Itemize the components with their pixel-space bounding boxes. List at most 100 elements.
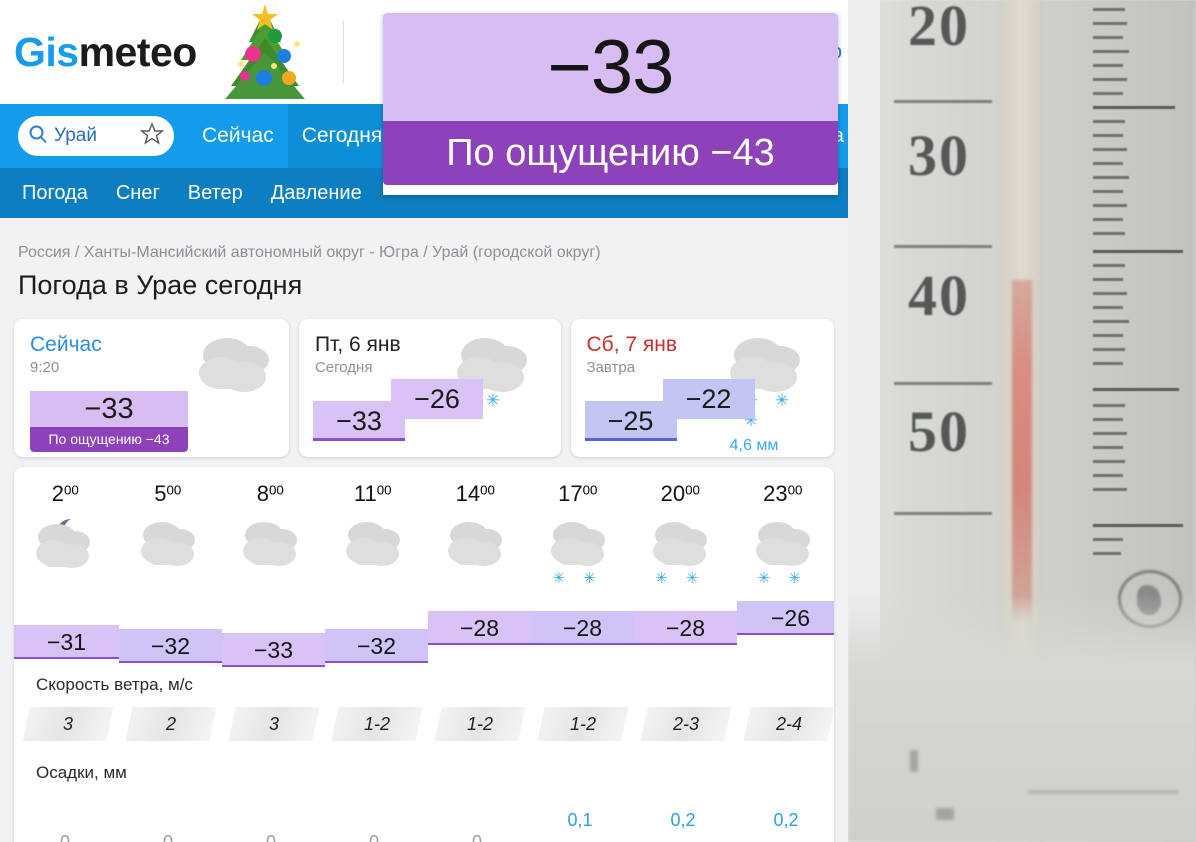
hourly-times-row: 200 500 800 1100 1400 1700 2000 2300 bbox=[14, 467, 834, 507]
subnav-veter[interactable]: Ветер bbox=[188, 182, 243, 205]
temp-step: −31 bbox=[14, 625, 119, 659]
now-feels-like: По ощущению −43 bbox=[30, 427, 188, 452]
temp-step: −32 bbox=[119, 629, 222, 663]
temp-step: −33 bbox=[222, 633, 325, 667]
wind-value: 3 bbox=[62, 714, 73, 734]
saturday-temp-steps: −22 −25 bbox=[584, 379, 755, 441]
wind-value: 2-4 bbox=[775, 714, 802, 734]
search-input[interactable]: Урай bbox=[18, 116, 174, 156]
hour-icon-cell: ✳ ✳ bbox=[629, 513, 732, 587]
hour-sup: 00 bbox=[268, 482, 284, 498]
temp-step: −28 bbox=[428, 611, 531, 645]
page-content: Россия / Ханты-Мансийский автономный окр… bbox=[0, 218, 848, 842]
hour-sup: 00 bbox=[376, 482, 392, 498]
subnav-pogoda[interactable]: Погода bbox=[22, 182, 88, 205]
hour-label: 1700 bbox=[527, 481, 630, 507]
precip-value: 0,1 bbox=[567, 810, 593, 830]
hourly-icons-row: ✳ ✳ ✳ ✳ ✳ ✳ bbox=[14, 513, 835, 587]
hour-value: 8 bbox=[256, 481, 269, 506]
tab-segodnya[interactable]: Сегодня bbox=[287, 104, 397, 168]
hour-value: 2 bbox=[51, 481, 64, 506]
hour-sup: 00 bbox=[63, 482, 79, 498]
breadcrumb[interactable]: Россия / Ханты-Мансийский автономный окр… bbox=[14, 218, 834, 262]
hour-label: 200 bbox=[14, 481, 117, 507]
search-value: Урай bbox=[54, 125, 97, 146]
hour-label: 800 bbox=[219, 481, 322, 507]
wind-value: 1-2 bbox=[466, 714, 493, 734]
scale-number: 40 bbox=[908, 263, 970, 328]
precipitation-label: Осадки, мм bbox=[36, 763, 127, 782]
scale-number: 20 bbox=[908, 0, 970, 58]
now-temperature-block: −33 По ощущению −43 bbox=[30, 391, 188, 452]
snowflake-icon: ✳ ✳ bbox=[655, 570, 706, 587]
wind-value: 1-2 bbox=[569, 714, 596, 734]
precip-value: 0 bbox=[471, 832, 482, 842]
wind-cell: 2-3 bbox=[640, 707, 732, 741]
hour-value: 23 bbox=[763, 481, 788, 506]
star-icon[interactable] bbox=[139, 121, 165, 151]
page-title: Погода в Урае сегодня bbox=[18, 270, 303, 300]
wind-cell: 2 bbox=[125, 707, 217, 741]
hour-label: 500 bbox=[117, 481, 220, 507]
hour-icon-cell bbox=[14, 513, 117, 585]
hour-value: 20 bbox=[660, 481, 686, 506]
hour-sup: 00 bbox=[582, 482, 598, 498]
card-now[interactable]: Сейчас 9:20 −33 По ощущению −43 bbox=[14, 319, 289, 457]
precip-value: 0 bbox=[162, 832, 173, 842]
wind-cell: 2-4 bbox=[743, 707, 834, 741]
hour-value: 17 bbox=[558, 481, 583, 506]
precip-value: 0 bbox=[59, 832, 70, 842]
hourly-forecast-panel: 200 500 800 1100 1400 1700 2000 2300 ✳ ✳… bbox=[14, 467, 834, 842]
precip-value: 0,2 bbox=[773, 810, 799, 830]
card-day-saturday[interactable]: Сб, 7 янв Завтра ✳ ✳ ✳ ✳ 4,6 мм bbox=[570, 319, 834, 457]
hour-label: 2000 bbox=[629, 481, 732, 507]
search-icon bbox=[28, 124, 48, 149]
temp-step: −28 bbox=[634, 611, 737, 645]
card-day-friday[interactable]: Пт, 6 янв Сегодня ✳ ✳ bbox=[298, 319, 561, 457]
wind-speed-label: Скорость ветра, м/с bbox=[36, 675, 193, 694]
hour-label: 1100 bbox=[322, 481, 425, 507]
friday-low: −33 bbox=[312, 401, 405, 441]
wind-row: 3 2 3 1-2 1-2 1-2 2-3 2-4 bbox=[14, 707, 834, 751]
scale-number: 30 bbox=[908, 123, 970, 188]
wind-value: 2-3 bbox=[672, 714, 699, 734]
gismeteo-logo[interactable]: Gismeteo bbox=[14, 31, 197, 73]
hour-value: 14 bbox=[455, 481, 481, 506]
wind-cell: 1-2 bbox=[331, 707, 423, 741]
thermometer-photo: 20 30 40 50 bbox=[848, 0, 1196, 842]
friday-temp-steps: −26 −33 bbox=[312, 379, 483, 441]
thermometer-fluid bbox=[1012, 280, 1032, 625]
browser-page: Gismeteo Урай Сейчас Сегодня Погода Снег… bbox=[0, 0, 848, 842]
christmas-tree-icon bbox=[201, 2, 329, 102]
subnav-davlenie[interactable]: Давление bbox=[271, 182, 362, 205]
temp-step: −28 bbox=[531, 611, 634, 645]
moon-cloud-icon bbox=[27, 515, 103, 578]
subnav-sneg[interactable]: Снег bbox=[116, 182, 160, 205]
hour-label: 2300 bbox=[732, 481, 835, 507]
overlay-feels-like: По ощущению −43 bbox=[383, 121, 838, 185]
scale-tick bbox=[894, 245, 992, 248]
now-temperature: −33 bbox=[30, 391, 188, 427]
hour-sup: 00 bbox=[685, 482, 700, 498]
hour-value: 5 bbox=[154, 481, 167, 506]
tab-seychas[interactable]: Сейчас bbox=[188, 104, 288, 168]
wind-value: 1-2 bbox=[363, 714, 390, 734]
wind-cell: 3 bbox=[22, 707, 114, 741]
hour-icon-cell: ✳ ✳ bbox=[732, 513, 835, 587]
saturday-low: −25 bbox=[584, 401, 677, 441]
hour-icon-cell: ✳ ✳ bbox=[527, 513, 630, 587]
wind-value: 3 bbox=[268, 714, 279, 734]
wind-cell: 1-2 bbox=[434, 707, 526, 741]
cloudy-icon bbox=[335, 515, 411, 578]
hour-icon-cell bbox=[322, 513, 425, 585]
hour-sup: 00 bbox=[166, 482, 182, 498]
wind-cell: 1-2 bbox=[537, 707, 629, 741]
hour-icon-cell bbox=[424, 513, 527, 585]
precipitation-row: 0 0 0 0 0 0,1 0,2 0,2 bbox=[14, 783, 834, 842]
hour-sup: 00 bbox=[480, 482, 495, 498]
scale-tick bbox=[894, 382, 992, 385]
nav-tabs: Сейчас Сегодня bbox=[188, 104, 397, 168]
hour-icon-cell bbox=[219, 513, 322, 585]
hour-value: 11 bbox=[353, 481, 377, 506]
scale-tick bbox=[894, 512, 992, 515]
